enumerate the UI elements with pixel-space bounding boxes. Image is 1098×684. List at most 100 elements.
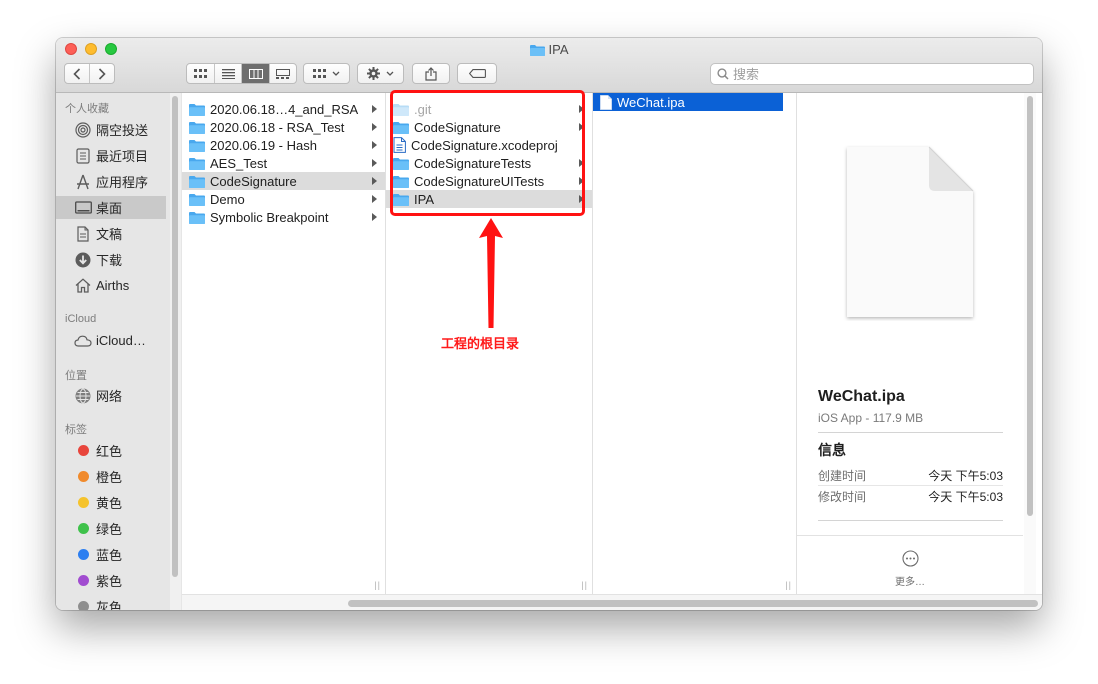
sidebar-item-label: Airths <box>96 278 130 293</box>
item-label: 2020.06.18 - RSA_Test <box>210 119 345 135</box>
sidebar-item-network[interactable]: 网络 <box>56 384 166 407</box>
list-item[interactable]: AES_Test <box>182 154 385 172</box>
sidebar-tag-blue[interactable]: 蓝色 <box>56 543 166 566</box>
edit-tags-button[interactable] <box>457 63 497 84</box>
disclosure-arrow-icon <box>372 141 377 149</box>
disclosure-arrow-icon <box>372 195 377 203</box>
disclosure-arrow-icon <box>372 123 377 131</box>
column-view-button[interactable] <box>242 64 270 83</box>
sidebar-tag-gray[interactable]: 灰色 <box>56 595 166 610</box>
preview-created-row: 创建时间 今天 下午5:03 <box>818 465 1003 485</box>
title-bar: IPA <box>56 38 1042 93</box>
preview-scroll-thumb[interactable] <box>1027 96 1033 516</box>
sidebar-item-label: 网络 <box>96 389 123 404</box>
tag-color-dot <box>74 572 92 590</box>
annotation-arrow-icon <box>479 218 503 328</box>
sidebar-item-label: 蓝色 <box>96 548 123 563</box>
list-view-button[interactable] <box>215 64 243 83</box>
sidebar-item-home[interactable]: Airths <box>56 274 166 297</box>
list-icon <box>221 68 235 79</box>
yellow-dot-icon <box>77 497 89 508</box>
item-label: 2020.06.18…4_and_RSA <box>210 101 359 117</box>
sidebar-item-recents[interactable]: 最近项目 <box>56 144 166 167</box>
network-icon <box>74 387 92 405</box>
sidebar-item-airdrop[interactable]: 隔空投送 <box>56 118 166 141</box>
disclosure-arrow-icon <box>372 213 377 221</box>
downloads-icon <box>74 251 92 269</box>
column-resize-handle[interactable]: || <box>581 580 588 590</box>
browser-column-1: 2020.06.18…4_and_RSA 2020.06.18 - RSA_Te… <box>182 93 386 594</box>
list-item[interactable]: 2020.06.18…4_and_RSA <box>182 100 385 118</box>
sidebar-item-documents[interactable]: 文稿 <box>56 222 166 245</box>
column-resize-handle[interactable]: || <box>785 580 792 590</box>
list-item[interactable]: CodeSignature <box>182 172 385 190</box>
gallery-view-button[interactable] <box>270 64 296 83</box>
back-forward-group <box>64 63 115 84</box>
sidebar: 个人收藏 隔空投送 最近项目 应用程序 桌面 文稿 下载 Airths iClo… <box>56 93 183 610</box>
disclosure-arrow-icon <box>372 177 377 185</box>
sidebar-item-label: 应用程序 <box>96 175 149 190</box>
group-by-button[interactable] <box>303 63 350 84</box>
share-button[interactable] <box>412 63 450 84</box>
horizontal-scrollbar[interactable] <box>182 594 1042 610</box>
item-label: WeChat.ipa <box>617 94 685 110</box>
sidebar-section-icloud: iCloud <box>65 313 97 325</box>
annotation-highlight-box <box>390 90 585 216</box>
sidebar-item-downloads[interactable]: 下载 <box>56 248 166 271</box>
list-item[interactable]: Demo <box>182 190 385 208</box>
icon-view-button[interactable] <box>187 64 216 83</box>
chevron-right-icon <box>98 67 106 80</box>
list-item[interactable]: 2020.06.19 - Hash <box>182 136 385 154</box>
list-item[interactable]: Symbolic Breakpoint <box>182 208 385 226</box>
search-input[interactable] <box>729 66 1013 82</box>
sidebar-tag-purple[interactable]: 紫色 <box>56 569 166 592</box>
preview-scrollbar[interactable] <box>1024 93 1036 594</box>
item-label: CodeSignature <box>210 173 297 189</box>
sidebar-item-label: 紫色 <box>96 574 123 589</box>
sidebar-item-label: 桌面 <box>96 201 123 216</box>
cloud-icon <box>74 332 92 350</box>
folder-icon <box>189 157 205 170</box>
more-ellipsis-icon[interactable] <box>902 550 919 567</box>
sidebar-section-favorites: 个人收藏 <box>65 103 109 115</box>
sidebar-item-label: 黄色 <box>96 496 123 511</box>
created-label: 创建时间 <box>818 468 867 483</box>
folder-icon <box>189 211 205 224</box>
sidebar-item-label: 文稿 <box>96 227 123 242</box>
back-button[interactable] <box>65 64 90 83</box>
disclosure-arrow-icon <box>372 159 377 167</box>
folder-icon <box>189 103 205 116</box>
sidebar-tag-red[interactable]: 红色 <box>56 439 166 462</box>
sidebar-scrollbar[interactable] <box>170 93 181 610</box>
disclosure-arrow-icon <box>372 105 377 113</box>
column-resize-handle[interactable]: || <box>374 580 381 590</box>
sidebar-tag-orange[interactable]: 橙色 <box>56 465 166 488</box>
sidebar-tag-green[interactable]: 绿色 <box>56 517 166 540</box>
preview-modified-row: 修改时间 今天 下午5:03 <box>818 486 1003 506</box>
created-value: 今天 下午5:03 <box>928 468 1003 483</box>
tag-icon <box>468 69 486 78</box>
list-item[interactable]: WeChat.ipa <box>593 93 783 111</box>
gallery-icon <box>275 68 290 79</box>
horizontal-scroll-thumb[interactable] <box>348 600 1038 607</box>
sidebar-item-label: 最近项目 <box>96 149 149 164</box>
sidebar-item-desktop[interactable]: 桌面 <box>56 196 166 219</box>
annotation-label: 工程的根目录 <box>441 336 520 351</box>
list-item[interactable]: 2020.06.18 - RSA_Test <box>182 118 385 136</box>
forward-button[interactable] <box>90 64 114 83</box>
chevron-down-icon <box>386 71 394 76</box>
applications-icon <box>74 173 92 191</box>
preview-file-name: WeChat.ipa <box>818 388 905 405</box>
action-menu-button[interactable] <box>357 63 404 84</box>
tag-color-dot <box>74 494 92 512</box>
sidebar-scroll-thumb[interactable] <box>172 96 178 577</box>
gray-dot-icon <box>77 601 89 610</box>
sidebar-item-applications[interactable]: 应用程序 <box>56 170 166 193</box>
search-field[interactable] <box>710 63 1034 85</box>
orange-dot-icon <box>77 471 89 482</box>
chevron-down-icon <box>332 71 340 76</box>
sidebar-item-icloud-drive[interactable]: iCloud… <box>56 329 166 352</box>
more-button-label[interactable]: 更多… <box>797 573 1023 588</box>
sidebar-tag-yellow[interactable]: 黄色 <box>56 491 166 514</box>
folder-icon <box>189 121 205 134</box>
